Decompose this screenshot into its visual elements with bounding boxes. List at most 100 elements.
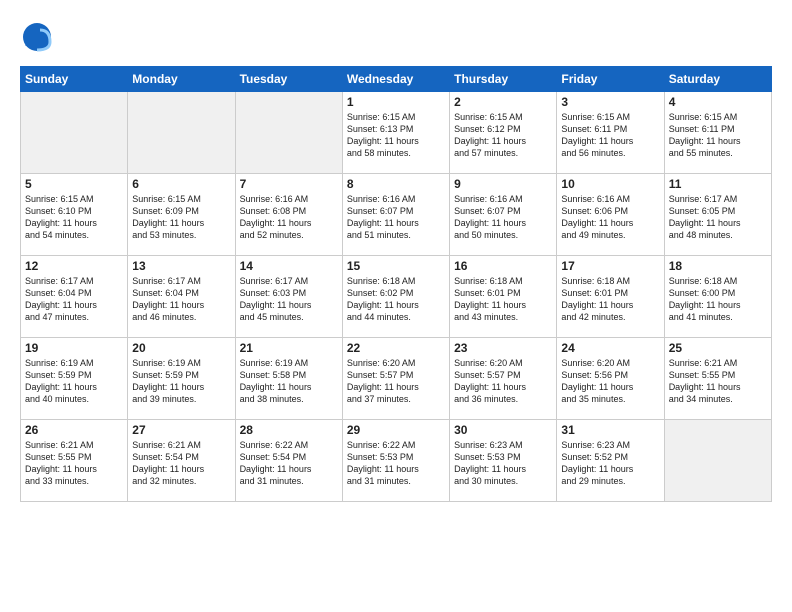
col-friday: Friday (557, 67, 664, 92)
col-saturday: Saturday (664, 67, 771, 92)
day-info: Sunrise: 6:20 AMSunset: 5:56 PMDaylight:… (561, 357, 659, 406)
calendar-week-row: 19 Sunrise: 6:19 AMSunset: 5:59 PMDayligh… (21, 338, 772, 420)
day-number: 11 (669, 177, 767, 191)
calendar-week-row: 5 Sunrise: 6:15 AMSunset: 6:10 PMDaylight… (21, 174, 772, 256)
day-number: 19 (25, 341, 123, 355)
calendar-table: Sunday Monday Tuesday Wednesday Thursday… (20, 66, 772, 502)
table-cell: 9 Sunrise: 6:16 AMSunset: 6:07 PMDaylight… (450, 174, 557, 256)
table-cell: 28 Sunrise: 6:22 AMSunset: 5:54 PMDayligh… (235, 420, 342, 502)
table-cell: 6 Sunrise: 6:15 AMSunset: 6:09 PMDaylight… (128, 174, 235, 256)
table-cell: 12Sunrise: 6:17 AMSunset: 6:04 PMDayligh… (21, 256, 128, 338)
day-number: 8 (347, 177, 445, 191)
day-info: Sunrise: 6:23 AMSunset: 5:52 PMDaylight:… (561, 439, 659, 488)
logo-icon (20, 20, 54, 54)
table-cell: 4 Sunrise: 6:15 AMSunset: 6:11 PMDaylight… (664, 92, 771, 174)
day-info: Sunrise: 6:16 AMSunset: 6:07 PMDaylight:… (347, 193, 445, 242)
col-tuesday: Tuesday (235, 67, 342, 92)
table-cell: 19Sunrise: 6:19 AMSunset: 5:59 PMDayligh… (21, 338, 128, 420)
day-number: 12 (25, 259, 123, 273)
day-number: 9 (454, 177, 552, 191)
day-info: Sunrise: 6:15 AMSunset: 6:10 PMDaylight:… (25, 193, 123, 242)
day-info: Sunrise: 6:20 AMSunset: 5:57 PMDaylight:… (347, 357, 445, 406)
table-cell: 1Sunrise: 6:15 AMSunset: 6:13 PMDaylight… (342, 92, 449, 174)
day-number: 5 (25, 177, 123, 191)
day-number: 14 (240, 259, 338, 273)
day-number: 26 (25, 423, 123, 437)
day-info: Sunrise: 6:16 AMSunset: 6:07 PMDaylight:… (454, 193, 552, 242)
table-cell: 18Sunrise: 6:18 AMSunset: 6:00 PMDayligh… (664, 256, 771, 338)
day-number: 18 (669, 259, 767, 273)
day-number: 3 (561, 95, 659, 109)
day-info: Sunrise: 6:17 AMSunset: 6:03 PMDaylight:… (240, 275, 338, 324)
day-number: 22 (347, 341, 445, 355)
col-wednesday: Wednesday (342, 67, 449, 92)
table-cell: 11 Sunrise: 6:17 AMSunset: 6:05 PMDayligh… (664, 174, 771, 256)
day-info: Sunrise: 6:19 AMSunset: 5:59 PMDaylight:… (132, 357, 230, 406)
col-thursday: Thursday (450, 67, 557, 92)
day-number: 15 (347, 259, 445, 273)
day-info: Sunrise: 6:17 AMSunset: 6:04 PMDaylight:… (132, 275, 230, 324)
day-info: Sunrise: 6:21 AMSunset: 5:55 PMDaylight:… (25, 439, 123, 488)
day-info: Sunrise: 6:17 AMSunset: 6:05 PMDaylight:… (669, 193, 767, 242)
calendar-header-row: Sunday Monday Tuesday Wednesday Thursday… (21, 67, 772, 92)
day-info: Sunrise: 6:20 AMSunset: 5:57 PMDaylight:… (454, 357, 552, 406)
day-number: 10 (561, 177, 659, 191)
logo (20, 20, 58, 54)
day-number: 30 (454, 423, 552, 437)
table-cell: 29 Sunrise: 6:22 AMSunset: 5:53 PMDayligh… (342, 420, 449, 502)
table-cell: 16 Sunrise: 6:18 AMSunset: 6:01 PMDayligh… (450, 256, 557, 338)
day-info: Sunrise: 6:15 AMSunset: 6:12 PMDaylight:… (454, 111, 552, 160)
day-number: 2 (454, 95, 552, 109)
day-info: Sunrise: 6:15 AMSunset: 6:11 PMDaylight:… (669, 111, 767, 160)
day-number: 31 (561, 423, 659, 437)
day-number: 21 (240, 341, 338, 355)
day-info: Sunrise: 6:15 AMSunset: 6:11 PMDaylight:… (561, 111, 659, 160)
day-number: 29 (347, 423, 445, 437)
table-cell: 27Sunrise: 6:21 AMSunset: 5:54 PMDayligh… (128, 420, 235, 502)
table-cell: 10Sunrise: 6:16 AMSunset: 6:06 PMDayligh… (557, 174, 664, 256)
day-number: 27 (132, 423, 230, 437)
day-number: 24 (561, 341, 659, 355)
day-number: 1 (347, 95, 445, 109)
day-info: Sunrise: 6:21 AMSunset: 5:55 PMDaylight:… (669, 357, 767, 406)
table-cell: 13 Sunrise: 6:17 AMSunset: 6:04 PMDayligh… (128, 256, 235, 338)
day-number: 13 (132, 259, 230, 273)
calendar-week-row: 1Sunrise: 6:15 AMSunset: 6:13 PMDaylight… (21, 92, 772, 174)
col-monday: Monday (128, 67, 235, 92)
col-sunday: Sunday (21, 67, 128, 92)
table-cell (128, 92, 235, 174)
table-cell: 23 Sunrise: 6:20 AMSunset: 5:57 PMDayligh… (450, 338, 557, 420)
day-number: 16 (454, 259, 552, 273)
table-cell: 24 Sunrise: 6:20 AMSunset: 5:56 PMDayligh… (557, 338, 664, 420)
day-number: 17 (561, 259, 659, 273)
table-cell: 8 Sunrise: 6:16 AMSunset: 6:07 PMDaylight… (342, 174, 449, 256)
day-number: 25 (669, 341, 767, 355)
page: Sunday Monday Tuesday Wednesday Thursday… (0, 0, 792, 612)
day-number: 20 (132, 341, 230, 355)
day-number: 23 (454, 341, 552, 355)
day-info: Sunrise: 6:22 AMSunset: 5:53 PMDaylight:… (347, 439, 445, 488)
table-cell: 26 Sunrise: 6:21 AMSunset: 5:55 PMDayligh… (21, 420, 128, 502)
table-cell: 22 Sunrise: 6:20 AMSunset: 5:57 PMDayligh… (342, 338, 449, 420)
calendar-week-row: 26 Sunrise: 6:21 AMSunset: 5:55 PMDayligh… (21, 420, 772, 502)
table-cell: 15Sunrise: 6:18 AMSunset: 6:02 PMDayligh… (342, 256, 449, 338)
calendar-week-row: 12 Sunrise: 6:17 AMSunset: 6:04 PMDayligh… (21, 256, 772, 338)
table-cell: 2 Sunrise: 6:15 AMSunset: 6:12 PMDaylight… (450, 92, 557, 174)
day-info: Sunrise: 6:22 AMSunset: 5:54 PMDaylight:… (240, 439, 338, 488)
day-number: 4 (669, 95, 767, 109)
day-info: Sunrise: 6:15 AMSunset: 6:09 PMDaylight:… (132, 193, 230, 242)
day-info: Sunrise: 6:18 AMSunset: 6:01 PMDaylight:… (454, 275, 552, 324)
table-cell: 31 Sunrise: 6:23 AMSunset: 5:52 PMDayligh… (557, 420, 664, 502)
table-cell: 25 Sunrise: 6:21 AMSunset: 5:55 PMDayligh… (664, 338, 771, 420)
day-info: Sunrise: 6:16 AMSunset: 6:08 PMDaylight:… (240, 193, 338, 242)
table-cell: 14 Sunrise: 6:17 AMSunset: 6:03 PMDayligh… (235, 256, 342, 338)
table-cell (664, 420, 771, 502)
table-cell: 20 Sunrise: 6:19 AMSunset: 5:59 PMDayligh… (128, 338, 235, 420)
day-info: Sunrise: 6:23 AMSunset: 5:53 PMDaylight:… (454, 439, 552, 488)
table-cell: 17Sunrise: 6:18 AMSunset: 6:01 PMDayligh… (557, 256, 664, 338)
table-cell (235, 92, 342, 174)
day-number: 6 (132, 177, 230, 191)
table-cell: 5 Sunrise: 6:15 AMSunset: 6:10 PMDaylight… (21, 174, 128, 256)
day-number: 28 (240, 423, 338, 437)
table-cell (21, 92, 128, 174)
